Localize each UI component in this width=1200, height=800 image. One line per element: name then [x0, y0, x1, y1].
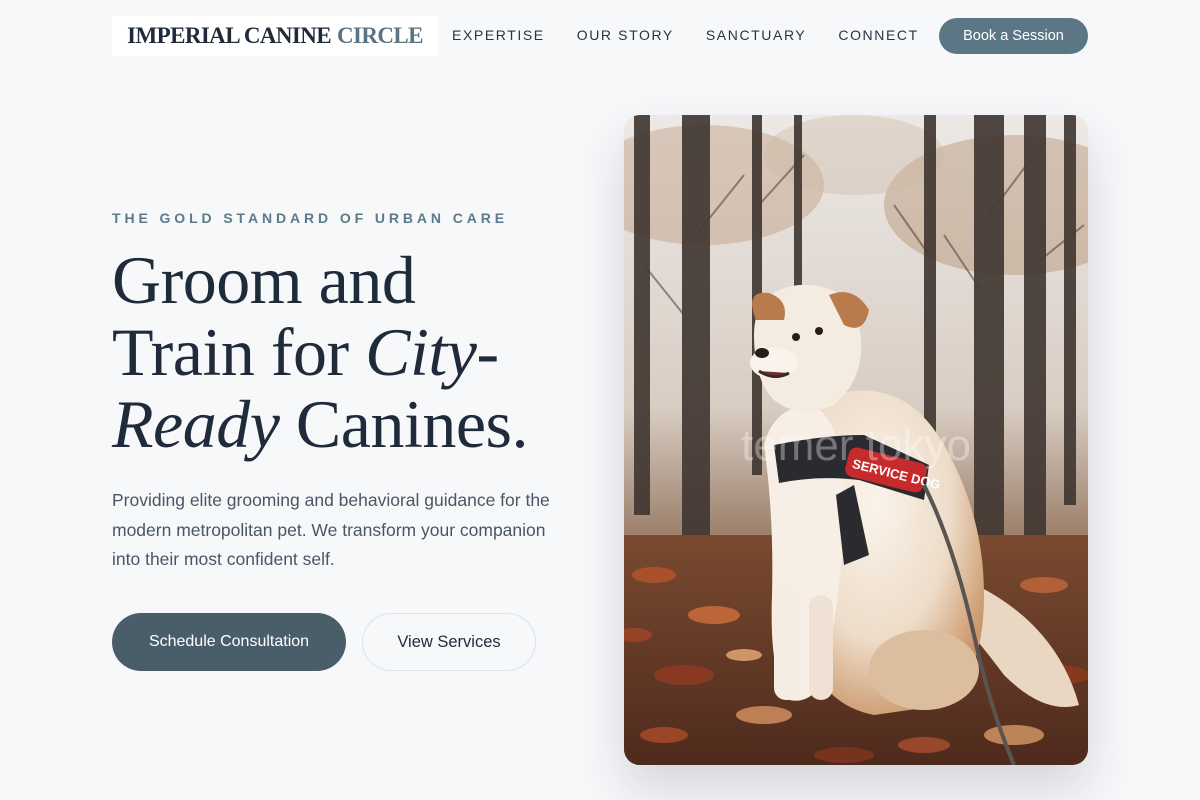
- site-header: IMPERIAL CANINE CIRCLE EXPERTISE OUR STO…: [0, 0, 1200, 72]
- nav-sanctuary[interactable]: SANCTUARY: [706, 26, 807, 44]
- schedule-consultation-button[interactable]: Schedule Consultation: [112, 613, 346, 671]
- nav-expertise[interactable]: EXPERTISE: [452, 26, 545, 44]
- hero-subtext: Providing elite grooming and behavioral …: [112, 490, 550, 569]
- book-session-button[interactable]: Book a Session: [939, 18, 1088, 54]
- main-nav: EXPERTISE OUR STORY SANCTUARY CONNECT: [452, 26, 951, 44]
- hero-eyebrow: THE GOLD STANDARD OF URBAN CARE: [112, 210, 508, 226]
- logo-accent-text: CIRCLE: [336, 23, 423, 48]
- dog-in-forest-illustration: SERVICE DOG temer tokyo: [624, 115, 1088, 765]
- hero-image: SERVICE DOG temer tokyo: [624, 115, 1088, 765]
- headline-line-1: Groom and: [112, 242, 416, 318]
- headline-line-2-post: -: [476, 314, 499, 390]
- site-logo[interactable]: IMPERIAL CANINE CIRCLE: [112, 16, 438, 56]
- nav-connect[interactable]: CONNECT: [838, 26, 918, 44]
- headline-ready-em: Ready: [112, 386, 280, 462]
- hero-headline: Groom and Train for City- Ready Canines.: [112, 244, 592, 460]
- view-services-button[interactable]: View Services: [362, 613, 536, 671]
- headline-city-em: City: [365, 314, 477, 390]
- headline-line-2-pre: Train for: [112, 314, 366, 390]
- logo-primary-text: IMPERIAL CANINE: [127, 23, 331, 48]
- image-watermark: temer tokyo: [741, 421, 971, 470]
- nav-our-story[interactable]: OUR STORY: [577, 26, 674, 44]
- headline-line-3-post: Canines.: [279, 386, 529, 462]
